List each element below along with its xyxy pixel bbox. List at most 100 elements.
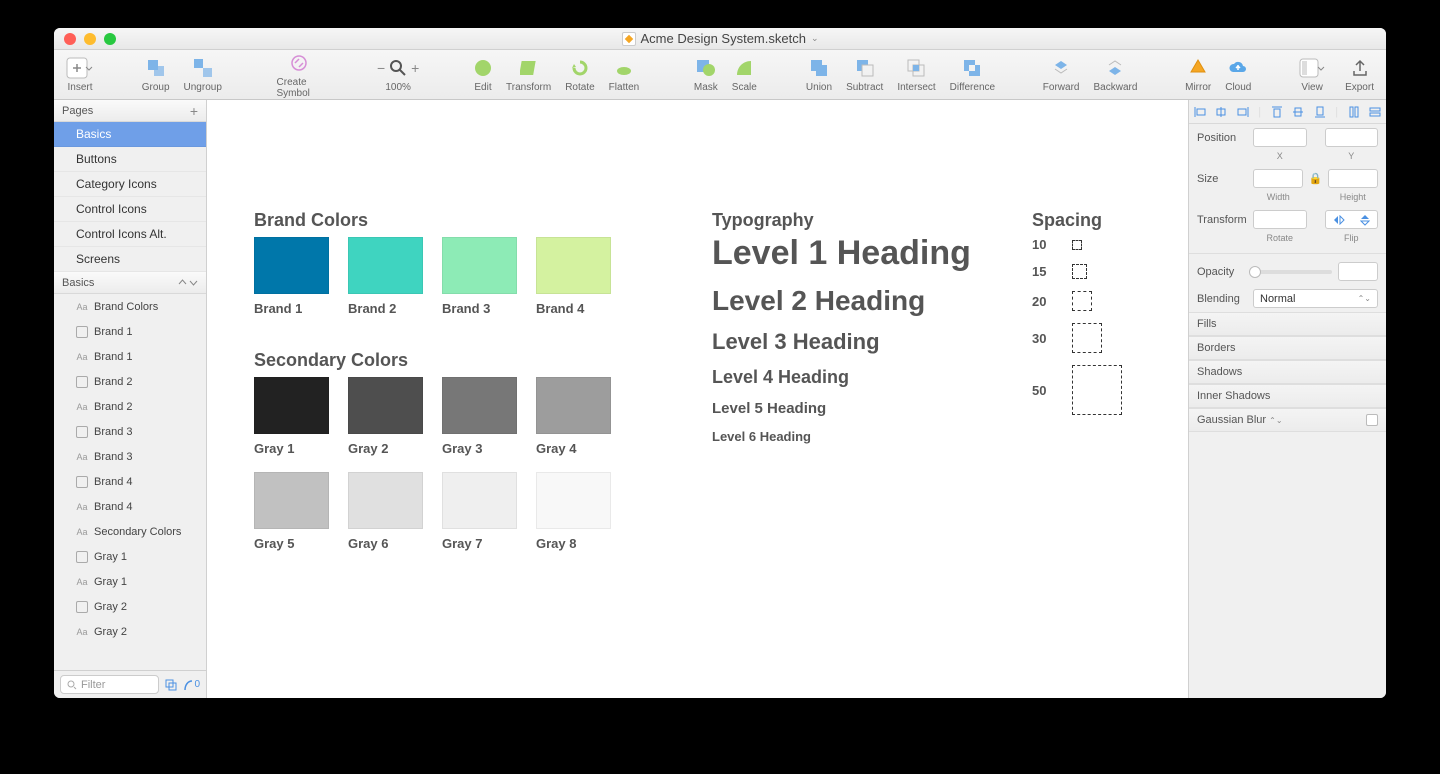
layer-row[interactable]: AaGray 1 [54,569,206,594]
filter-input[interactable]: Filter [60,675,159,694]
forward-button[interactable]: Forward [1039,56,1084,93]
cloud-button[interactable]: Cloud [1221,56,1255,93]
titlebar: Acme Design System.sketch ⌄ [54,28,1386,50]
page-item[interactable]: Buttons [54,147,206,172]
canvas[interactable]: Brand Colors Brand 1Brand 2Brand 3Brand … [207,100,1188,698]
text-icon: Aa [76,576,88,588]
spacing-box [1072,240,1082,250]
spacing-box [1072,365,1122,415]
page-item[interactable]: Screens [54,247,206,272]
page-item[interactable]: Control Icons Alt. [54,222,206,247]
view-button[interactable]: View [1295,56,1329,93]
rotate-input[interactable] [1253,210,1307,229]
layer-row[interactable]: AaSecondary Colors [54,519,206,544]
difference-button[interactable]: Difference [946,56,999,93]
edit-button[interactable]: Edit [470,56,496,93]
layer-row[interactable]: AaBrand 4 [54,494,206,519]
layer-row[interactable]: AaBrand 1 [54,344,206,369]
export-button[interactable]: Export [1341,56,1378,93]
artboard-nav-icon[interactable] [178,278,198,287]
mirror-button[interactable]: Mirror [1181,56,1215,93]
align-controls[interactable]: | | [1189,100,1386,124]
layer-row[interactable]: Brand 2 [54,369,206,394]
layer-row[interactable]: AaBrand Colors [54,294,206,319]
flatten-button[interactable]: Flatten [605,56,644,93]
shape-icon [76,551,88,563]
window-title[interactable]: Acme Design System.sketch ⌄ [54,31,1386,46]
color-swatch[interactable] [348,237,423,294]
swatch-label: Gray 2 [348,441,423,456]
lock-icon[interactable]: 🔒 [1309,172,1323,185]
spacing-box [1072,264,1087,279]
height-input[interactable] [1328,169,1378,188]
text-icon: Aa [76,626,88,638]
pages-header: Pages + [54,100,206,122]
position-y-input[interactable] [1325,128,1379,147]
shadows-section[interactable]: Shadows [1189,360,1386,384]
spacing-row: 30 [1032,323,1122,353]
group-button[interactable]: Group [138,56,174,93]
color-swatch[interactable] [442,472,517,529]
union-button[interactable]: Union [802,56,836,93]
color-swatch[interactable] [254,237,329,294]
layer-row[interactable]: AaBrand 3 [54,444,206,469]
intersect-button[interactable]: Intersect [893,56,939,93]
position-x-input[interactable] [1253,128,1307,147]
gaussian-blur-section[interactable]: Gaussian Blur ⌃⌄ [1189,408,1386,432]
insert-button[interactable]: Insert [62,56,98,93]
swatch-label: Gray 4 [536,441,611,456]
color-swatch[interactable] [536,377,611,434]
blur-checkbox[interactable] [1366,414,1378,426]
opacity-input[interactable] [1338,262,1378,281]
flip-buttons[interactable] [1325,210,1379,229]
layer-row[interactable]: Brand 1 [54,319,206,344]
color-swatch[interactable] [442,237,517,294]
borders-section[interactable]: Borders [1189,336,1386,360]
filter-slices-icon[interactable]: 0 [183,679,200,691]
create-symbol-button[interactable]: Create Symbol [273,51,327,99]
text-icon: Aa [76,351,88,363]
layer-row[interactable]: Brand 3 [54,419,206,444]
color-swatch[interactable] [536,472,611,529]
text-icon: Aa [76,401,88,413]
heading-sample: Level 2 Heading [712,285,971,317]
layer-row[interactable]: Gray 1 [54,544,206,569]
layers-list: AaBrand ColorsBrand 1AaBrand 1Brand 2AaB… [54,294,206,670]
subtract-button[interactable]: Subtract [842,56,887,93]
layer-row[interactable]: Gray 2 [54,594,206,619]
mask-button[interactable]: Mask [690,56,722,93]
layer-row[interactable]: Brand 4 [54,469,206,494]
width-input[interactable] [1253,169,1303,188]
layer-row[interactable]: AaBrand 2 [54,394,206,419]
blending-label: Blending [1197,293,1247,305]
ungroup-button[interactable]: Ungroup [180,56,226,93]
transform-button[interactable]: Transform [502,56,555,93]
scale-button[interactable]: Scale [728,56,761,93]
spacing-title: Spacing [1032,210,1102,231]
color-swatch[interactable] [536,237,611,294]
page-item[interactable]: Control Icons [54,197,206,222]
layer-row[interactable]: AaGray 2 [54,619,206,644]
fills-section[interactable]: Fills [1189,312,1386,336]
blending-select[interactable]: Normal⌃⌄ [1253,289,1378,308]
shape-icon [76,601,88,613]
window-title-text: Acme Design System.sketch [641,31,806,46]
color-swatch[interactable] [442,377,517,434]
color-swatch[interactable] [348,377,423,434]
add-page-icon[interactable]: + [190,103,198,119]
text-icon: Aa [76,526,88,538]
color-swatch[interactable] [254,472,329,529]
brand-colors-title: Brand Colors [254,210,368,231]
rotate-button[interactable]: Rotate [561,56,598,93]
page-item[interactable]: Category Icons [54,172,206,197]
swatch-label: Gray 5 [254,536,329,551]
color-swatch[interactable] [254,377,329,434]
backward-button[interactable]: Backward [1089,56,1141,93]
opacity-slider[interactable] [1253,270,1332,274]
size-label: Size [1197,173,1247,185]
color-swatch[interactable] [348,472,423,529]
zoom-control[interactable]: −+ 100% [373,56,423,93]
filter-symbols-icon[interactable] [165,679,177,691]
inner-shadows-section[interactable]: Inner Shadows [1189,384,1386,408]
page-item[interactable]: Basics [54,122,206,147]
